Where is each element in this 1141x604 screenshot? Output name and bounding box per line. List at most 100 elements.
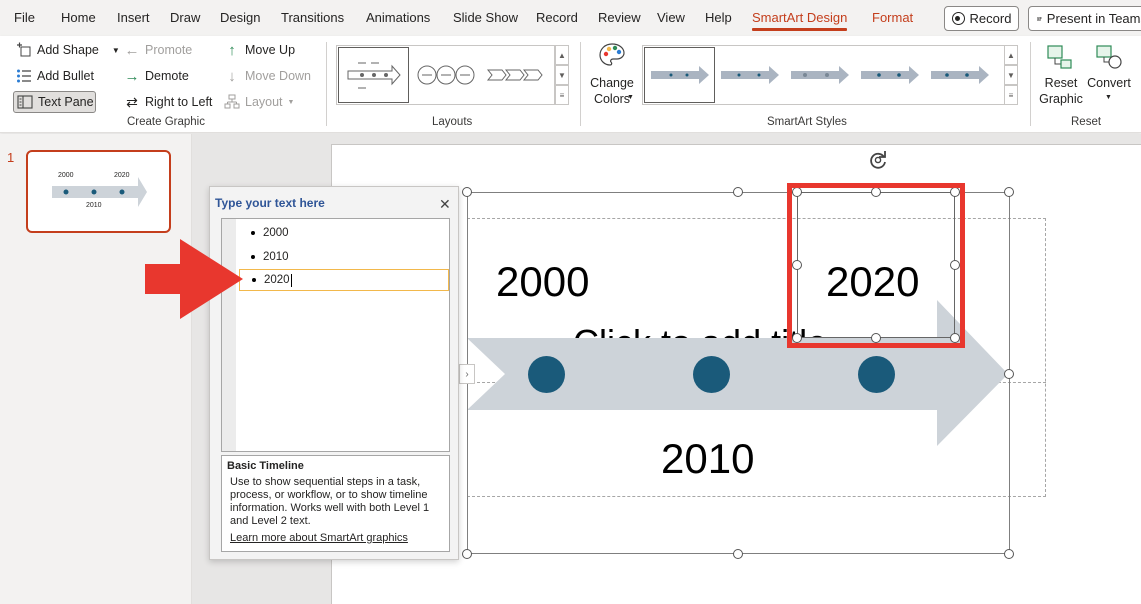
text-pane-list: 2000 2010 2020 bbox=[221, 218, 450, 452]
tab-format[interactable]: Format bbox=[872, 10, 913, 25]
rotate-handle-icon[interactable] bbox=[866, 148, 890, 172]
ribbon: Add Shape ▼ Add Bullet Text Pane ← Promo… bbox=[0, 36, 1141, 133]
ribbon-separator bbox=[326, 42, 327, 126]
slide-thumbnail[interactable]: 2000 2020 2010 bbox=[26, 150, 171, 233]
change-colors-button[interactable]: Change Colors ▼ bbox=[590, 40, 634, 110]
layouts-more-button[interactable]: ≡ bbox=[555, 85, 569, 105]
arrow-down-icon: ↓ bbox=[228, 67, 236, 85]
layout-circle-process[interactable] bbox=[413, 47, 479, 103]
thumb-label: 2020 bbox=[114, 172, 130, 179]
layout-description: Basic Timeline Use to show sequential st… bbox=[221, 455, 450, 552]
demote-label: Demote bbox=[145, 69, 189, 83]
tab-help[interactable]: Help bbox=[705, 10, 732, 25]
tab-view[interactable]: View bbox=[657, 10, 685, 25]
text-pane-button[interactable]: Text Pane bbox=[17, 94, 94, 110]
smartart-styles-group-label: SmartArt Styles bbox=[767, 116, 847, 128]
add-bullet-button[interactable]: Add Bullet bbox=[16, 68, 94, 84]
record-button-label: Record bbox=[969, 11, 1012, 26]
resize-handle[interactable] bbox=[733, 549, 743, 559]
text-pane-item[interactable]: 2010 bbox=[239, 246, 449, 268]
arrow-left-icon: ← bbox=[124, 41, 140, 59]
demote-button[interactable]: → Demote bbox=[124, 67, 189, 85]
style-thumb-icon bbox=[791, 66, 849, 84]
tab-design[interactable]: Design bbox=[220, 10, 260, 25]
reset-graphic-button[interactable]: Reset Graphic bbox=[1038, 40, 1084, 110]
ribbon-separator bbox=[1030, 42, 1031, 126]
tab-home[interactable]: Home bbox=[61, 10, 96, 25]
text-pane-item[interactable]: 2000 bbox=[239, 222, 449, 244]
right-to-left-button[interactable]: ⇄ Right to Left bbox=[124, 94, 212, 110]
layouts-gallery bbox=[336, 45, 555, 105]
resize-handle[interactable] bbox=[1004, 187, 1014, 197]
arrow-right-icon: → bbox=[124, 67, 140, 85]
style-thumb-icon bbox=[721, 66, 779, 84]
present-in-teams-button[interactable]: Present in Teams bbox=[1028, 6, 1141, 31]
learn-more-link[interactable]: Learn more about SmartArt graphics bbox=[227, 532, 444, 544]
text-pane-item-text: 2000 bbox=[263, 227, 289, 239]
tab-draw[interactable]: Draw bbox=[170, 10, 200, 25]
bullet-icon bbox=[251, 255, 255, 259]
layout-chevron-process[interactable] bbox=[483, 47, 549, 103]
style-intense-effect[interactable] bbox=[927, 47, 993, 103]
tab-record[interactable]: Record bbox=[536, 10, 578, 25]
slide-number: 1 bbox=[7, 150, 15, 165]
resize-handle[interactable] bbox=[462, 187, 472, 197]
tab-review[interactable]: Review bbox=[598, 10, 641, 25]
styles-more-button[interactable]: ≡ bbox=[1004, 85, 1018, 105]
layout-label: Layout bbox=[245, 95, 283, 109]
move-up-button[interactable]: ↑ Move Up bbox=[224, 42, 295, 59]
basic-timeline-thumb-icon bbox=[347, 62, 401, 89]
style-white-outline[interactable] bbox=[717, 47, 783, 103]
move-down-button[interactable]: ↓ Move Down bbox=[224, 67, 311, 85]
swap-arrows-icon: ⇄ bbox=[126, 93, 138, 110]
menu-bar: File Home Insert Draw Design Transitions… bbox=[0, 0, 1141, 36]
tab-animations[interactable]: Animations bbox=[366, 10, 430, 25]
resize-handle[interactable] bbox=[462, 549, 472, 559]
reset-group-label: Reset bbox=[1071, 116, 1102, 128]
timeline-label-2000[interactable]: 2000 bbox=[496, 258, 589, 306]
style-subtle-effect[interactable] bbox=[787, 47, 853, 103]
layout-basic-timeline[interactable] bbox=[338, 47, 409, 103]
tab-file[interactable]: File bbox=[14, 10, 35, 25]
record-button[interactable]: Record bbox=[944, 6, 1019, 31]
resize-handle[interactable] bbox=[1004, 369, 1014, 379]
move-down-label: Move Down bbox=[245, 69, 311, 83]
teams-icon bbox=[1037, 16, 1042, 21]
text-pane: Type your text here ✕ 2000 2010 2020 Bas… bbox=[209, 186, 459, 560]
layout-button[interactable]: Layout ▼ bbox=[224, 94, 294, 110]
add-shape-label: Add Shape bbox=[37, 43, 99, 57]
resize-handle[interactable] bbox=[1004, 549, 1014, 559]
text-pane-icon bbox=[17, 94, 33, 110]
add-shape-button[interactable]: Add Shape ▼ bbox=[16, 42, 120, 58]
text-pane-expander[interactable]: › bbox=[459, 364, 475, 384]
styles-scroll-up[interactable]: ▲ bbox=[1004, 45, 1018, 65]
style-thumb-icon bbox=[861, 66, 919, 84]
style-simple-fill[interactable] bbox=[644, 47, 715, 103]
tab-transitions[interactable]: Transitions bbox=[281, 10, 344, 25]
layouts-scroll-up[interactable]: ▲ bbox=[555, 45, 569, 65]
reset-graphic-icon bbox=[1047, 45, 1072, 69]
bullet-icon bbox=[252, 278, 256, 282]
change-colors-label-line1: Change bbox=[590, 76, 634, 90]
layouts-scroll-down[interactable]: ▼ bbox=[555, 65, 569, 85]
red-arrow-icon bbox=[145, 239, 243, 319]
thumb-label: 2010 bbox=[86, 202, 102, 209]
circle-process-thumb-icon bbox=[417, 65, 475, 85]
timeline-label-2010[interactable]: 2010 bbox=[661, 435, 754, 483]
highlight-rectangle bbox=[787, 183, 965, 348]
close-icon[interactable]: ✕ bbox=[439, 196, 451, 213]
tab-smartart-design[interactable]: SmartArt Design bbox=[752, 10, 848, 31]
thumb-label: 2000 bbox=[58, 172, 74, 179]
promote-button[interactable]: ← Promote bbox=[124, 41, 193, 59]
text-pane-item-active[interactable]: 2020 bbox=[239, 269, 449, 291]
style-moderate-effect[interactable] bbox=[857, 47, 923, 103]
chevron-down-icon: ▼ bbox=[287, 98, 295, 106]
tab-insert[interactable]: Insert bbox=[117, 10, 150, 25]
chevron-process-thumb-icon bbox=[486, 69, 543, 81]
tab-slide-show[interactable]: Slide Show bbox=[453, 10, 518, 25]
convert-button[interactable]: Convert ▼ bbox=[1086, 40, 1132, 110]
resize-handle[interactable] bbox=[733, 187, 743, 197]
chevron-down-icon: ▼ bbox=[1105, 94, 1112, 101]
text-pane-label: Text Pane bbox=[38, 95, 94, 109]
styles-scroll-down[interactable]: ▼ bbox=[1004, 65, 1018, 85]
